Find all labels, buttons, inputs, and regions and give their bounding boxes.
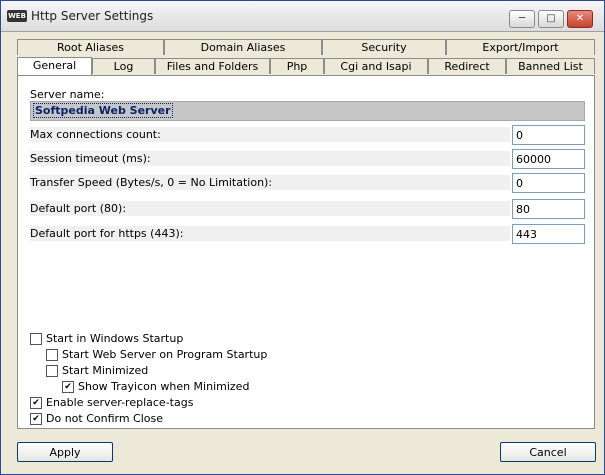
apply-button[interactable]: Apply <box>17 442 113 462</box>
default-port-input[interactable] <box>512 199 585 219</box>
transfer-speed-input[interactable] <box>512 173 585 193</box>
https-port-input[interactable] <box>512 224 585 244</box>
tab-strip: Root Aliases Domain Aliases Security Exp… <box>17 39 595 76</box>
maximize-button[interactable]: □ <box>538 10 564 28</box>
enable-replace-tags-checkbox[interactable]: ✔ <box>30 397 42 409</box>
general-panel: Server name: Softpedia Web Server Max co… <box>17 75 595 429</box>
server-name-value: Softpedia Web Server <box>33 103 173 118</box>
dialog-window: WEB Http Server Settings ─ □ ✕ Root Alia… <box>0 0 605 475</box>
start-in-windows-startup-checkbox[interactable] <box>30 333 42 345</box>
server-name-label: Server name: <box>30 88 105 101</box>
tab-cgi-and-isapi[interactable]: Cgi and Isapi <box>324 58 428 74</box>
tab-php[interactable]: Php <box>270 58 324 74</box>
max-connections-label: Max connections count: <box>30 127 510 142</box>
title-bar[interactable]: WEB Http Server Settings ─ □ ✕ <box>1 1 604 32</box>
tab-files-and-folders[interactable]: Files and Folders <box>155 58 270 74</box>
start-minimized-label: Start Minimized <box>62 364 149 377</box>
enable-replace-tags-label: Enable server-replace-tags <box>46 396 194 409</box>
transfer-speed-label: Transfer Speed (Bytes/s, 0 = No Limitati… <box>30 175 510 190</box>
start-in-windows-startup-label: Start in Windows Startup <box>46 332 184 345</box>
do-not-confirm-close-checkbox[interactable]: ✔ <box>30 413 42 425</box>
max-connections-input[interactable] <box>512 125 585 145</box>
start-on-program-startup-label: Start Web Server on Program Startup <box>62 348 268 361</box>
cancel-button[interactable]: Cancel <box>500 442 596 462</box>
start-minimized-checkbox[interactable] <box>46 365 58 377</box>
tab-export-import[interactable]: Export/Import <box>446 39 595 55</box>
https-port-label: Default port for https (443): <box>30 226 510 241</box>
session-timeout-label: Session timeout (ms): <box>30 151 510 166</box>
close-button[interactable]: ✕ <box>567 10 593 28</box>
tab-general[interactable]: General <box>17 57 92 76</box>
server-name-input[interactable]: Softpedia Web Server <box>30 101 585 121</box>
tab-log[interactable]: Log <box>92 58 155 74</box>
show-trayicon-label: Show Trayicon when Minimized <box>78 380 250 393</box>
tab-root-aliases[interactable]: Root Aliases <box>17 39 164 55</box>
minimize-button[interactable]: ─ <box>509 10 535 28</box>
tab-banned-list[interactable]: Banned List <box>506 58 595 74</box>
start-on-program-startup-checkbox[interactable] <box>46 349 58 361</box>
tab-row-back: Root Aliases Domain Aliases Security Exp… <box>17 39 595 56</box>
tab-domain-aliases[interactable]: Domain Aliases <box>164 39 322 55</box>
tab-redirect[interactable]: Redirect <box>428 58 506 74</box>
web-app-icon: WEB <box>7 10 27 22</box>
tab-security[interactable]: Security <box>322 39 446 55</box>
show-trayicon-checkbox[interactable]: ✔ <box>62 381 74 393</box>
do-not-confirm-close-label: Do not Confirm Close <box>46 412 164 425</box>
default-port-label: Default port (80): <box>30 201 510 216</box>
session-timeout-input[interactable] <box>512 149 585 169</box>
tab-row-front: General Log Files and Folders Php Cgi an… <box>17 57 595 76</box>
window-title: Http Server Settings <box>31 9 154 23</box>
